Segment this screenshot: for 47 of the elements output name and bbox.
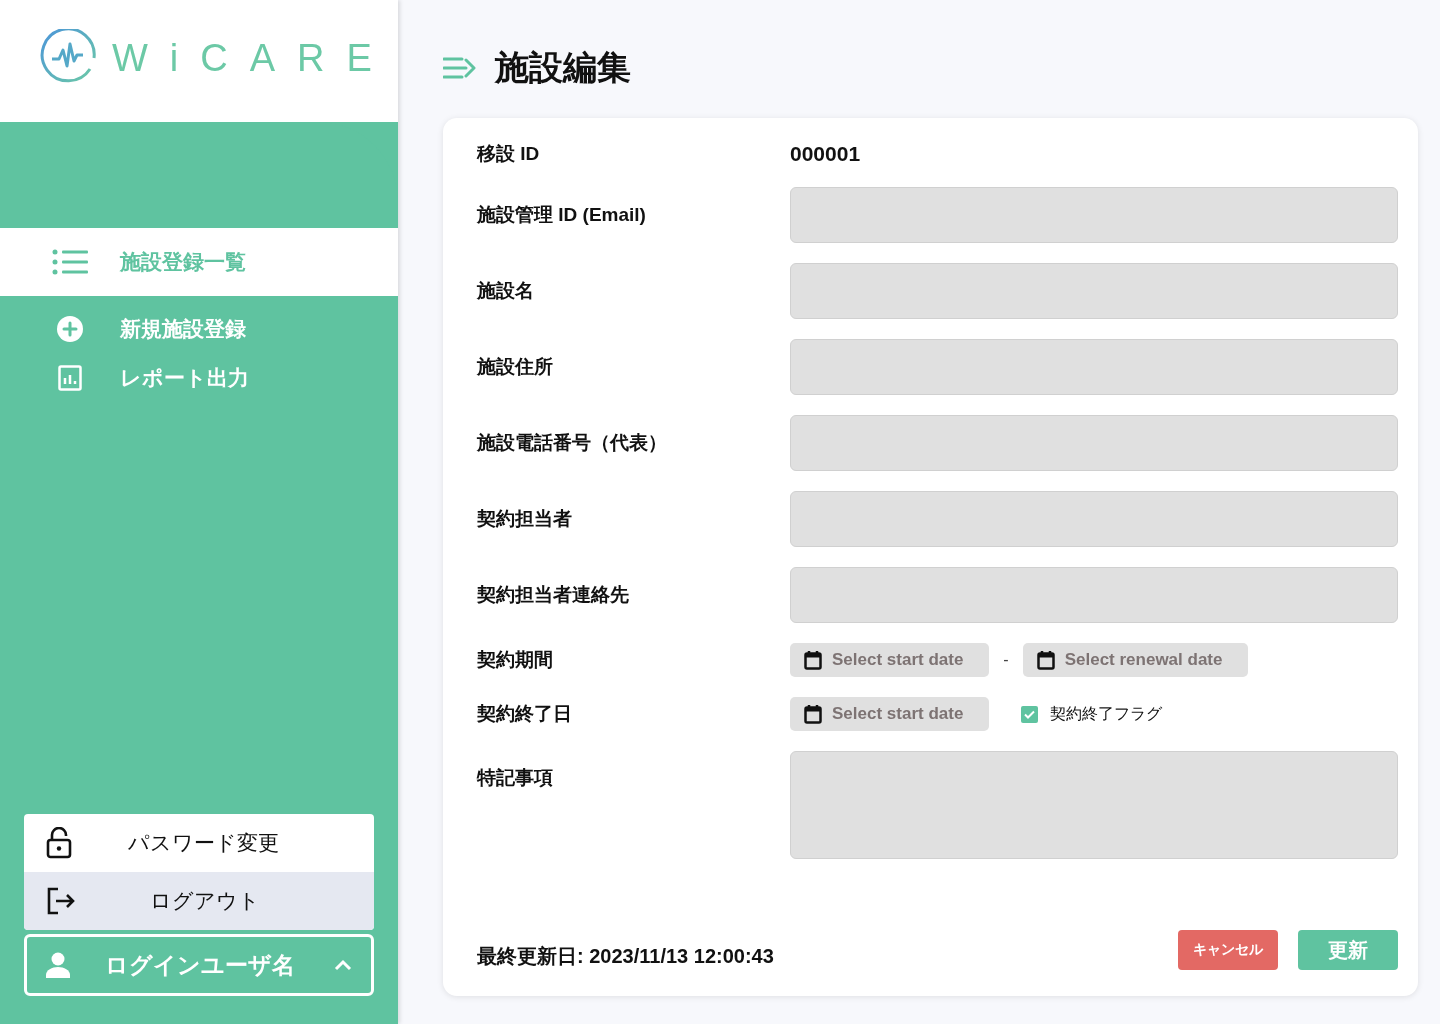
date-picker[interactable]: Select renewal date [1022, 643, 1249, 677]
checkbox-label: 契約終了フラグ [1050, 703, 1163, 724]
field-label: 特記事項 [477, 766, 554, 790]
field-label: 契約終了日 [477, 702, 573, 726]
account-menu-item[interactable]: ログアウト [24, 872, 374, 930]
page-title: 施設編集 [495, 47, 631, 88]
date-picker[interactable]: Select start date [790, 643, 990, 677]
plus-circle-icon [57, 315, 83, 342]
cancel-button[interactable]: キャンセル [1178, 930, 1278, 970]
user-menu-button[interactable]: ログインユーザ名 [24, 934, 374, 996]
field-label: 移設 ID [477, 142, 541, 166]
list-icon [52, 249, 88, 275]
input-field[interactable] [790, 187, 1398, 243]
field-label: 施設電話番号（代表） [477, 431, 668, 455]
checkmark-icon [1024, 709, 1036, 719]
input-field[interactable] [790, 491, 1398, 547]
input-field[interactable] [790, 567, 1398, 623]
field-label: 契約期間 [477, 648, 554, 672]
input-field[interactable] [790, 415, 1398, 471]
user-icon [45, 952, 71, 978]
date-picker[interactable]: Select start date [790, 697, 990, 731]
menu-arrow-icon [443, 56, 477, 80]
last-updated-text: 最終更新日: 2023/11/13 12:00:43 [477, 944, 775, 969]
sidebar-item[interactable]: 施設登録一覧 [0, 228, 398, 296]
field-label: 契約担当者 [477, 507, 573, 531]
field-label: 施設名 [477, 279, 535, 303]
checkbox[interactable] [1021, 705, 1039, 723]
range-separator: - [1003, 651, 1009, 669]
text-area[interactable] [790, 751, 1398, 859]
lock-icon [46, 827, 72, 859]
logo-wordmark: WiCARE [112, 36, 394, 80]
field-value: 000001 [790, 142, 862, 166]
input-field[interactable] [790, 263, 1398, 319]
calendar-icon [804, 650, 822, 670]
input-field[interactable] [790, 339, 1398, 395]
calendar-icon [1036, 650, 1055, 670]
field-label: 施設管理 ID (Email) [477, 203, 647, 227]
sidebar-item[interactable]: 新規施設登録 [0, 304, 398, 353]
chart-icon [58, 364, 82, 391]
field-label: 施設住所 [477, 355, 554, 379]
calendar-icon [804, 704, 822, 724]
sidebar-item[interactable]: レポート出力 [0, 353, 398, 402]
logout-icon [46, 887, 76, 915]
update-button[interactable]: 更新 [1298, 930, 1398, 970]
field-label: 契約担当者連絡先 [477, 583, 630, 607]
caret-icon [333, 959, 353, 971]
account-menu-item[interactable]: パスワード変更 [24, 814, 374, 872]
